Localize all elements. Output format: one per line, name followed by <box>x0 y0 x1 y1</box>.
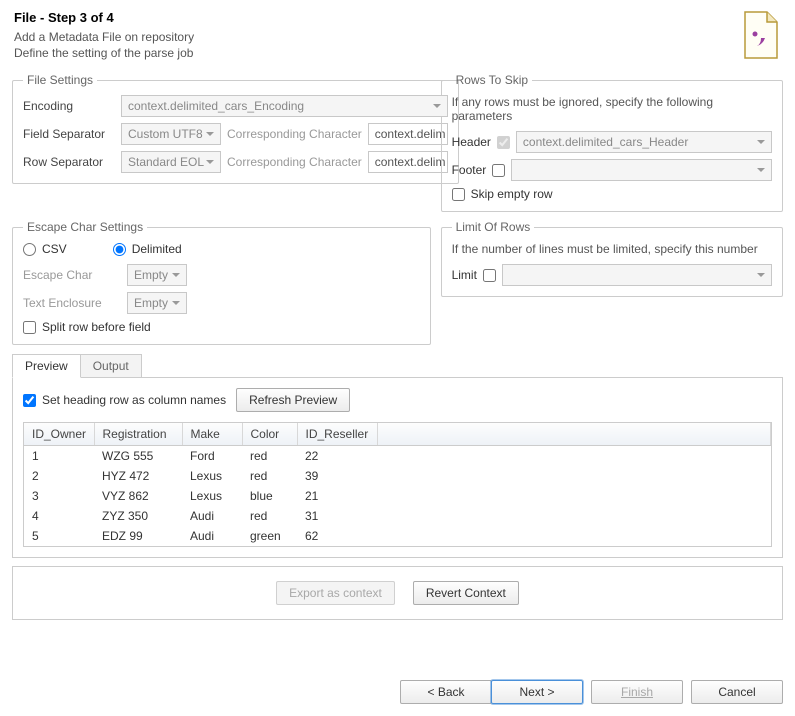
table-cell: green <box>242 526 297 546</box>
text-enclosure-label: Text Enclosure <box>23 296 121 310</box>
table-cell: Ford <box>182 446 242 466</box>
table-cell: 1 <box>24 446 94 466</box>
header-skip-checkbox[interactable] <box>497 136 510 149</box>
heading-as-columns-label: Set heading row as column names <box>42 393 226 407</box>
limit-rows-hint: If the number of lines must be limited, … <box>452 242 772 256</box>
table-cell: 22 <box>297 446 377 466</box>
table-cell: red <box>242 466 297 486</box>
column-header[interactable]: Color <box>242 423 297 446</box>
finish-button[interactable]: Finish <box>591 680 683 704</box>
tab-preview[interactable]: Preview <box>12 354 81 378</box>
table-cell: 4 <box>24 506 94 526</box>
preview-table: ID_OwnerRegistrationMakeColorID_Reseller… <box>24 423 771 546</box>
table-cell: EDZ 99 <box>94 526 182 546</box>
table-cell: Audi <box>182 526 242 546</box>
refresh-preview-button[interactable]: Refresh Preview <box>236 388 350 412</box>
table-cell: Audi <box>182 506 242 526</box>
revert-context-button[interactable]: Revert Context <box>413 581 519 605</box>
next-button[interactable]: Next > <box>491 680 583 704</box>
column-header[interactable]: Registration <box>94 423 182 446</box>
skip-empty-row-checkbox[interactable] <box>452 188 465 201</box>
table-cell: VYZ 862 <box>94 486 182 506</box>
field-sep-corresponding-label: Corresponding Character <box>227 127 362 141</box>
table-cell: 21 <box>297 486 377 506</box>
file-settings-group: File Settings Encoding context.delimited… <box>12 73 459 184</box>
tab-output[interactable]: Output <box>80 354 142 378</box>
limit-checkbox[interactable] <box>483 269 496 282</box>
encoding-label: Encoding <box>23 99 115 113</box>
split-row-checkbox[interactable] <box>23 321 36 334</box>
export-as-context-button[interactable]: Export as context <box>276 581 395 605</box>
table-row[interactable]: 1WZG 555Fordred22 <box>24 446 771 466</box>
split-row-label: Split row before field <box>42 320 151 334</box>
table-row[interactable]: 3VYZ 862Lexusblue21 <box>24 486 771 506</box>
delimited-radio-label: Delimited <box>132 242 182 256</box>
footer-skip-value-select[interactable] <box>511 159 772 181</box>
page-title: File - Step 3 of 4 <box>14 10 781 25</box>
limit-rows-legend: Limit Of Rows <box>452 220 535 234</box>
escape-char-select[interactable]: Empty <box>127 264 187 286</box>
table-row[interactable]: 5EDZ 99Audigreen62 <box>24 526 771 546</box>
rows-to-skip-legend: Rows To Skip <box>452 73 532 87</box>
footer-skip-label: Footer <box>452 163 487 177</box>
limit-rows-group: Limit Of Rows If the number of lines mus… <box>441 220 783 297</box>
table-cell: red <box>242 446 297 466</box>
table-cell: ZYZ 350 <box>94 506 182 526</box>
row-sep-context-input[interactable]: context.delim <box>368 151 448 173</box>
column-header-filler <box>377 423 771 446</box>
heading-as-columns-checkbox[interactable] <box>23 394 36 407</box>
table-cell: 31 <box>297 506 377 526</box>
table-cell: red <box>242 506 297 526</box>
cancel-button[interactable]: Cancel <box>691 680 783 704</box>
limit-label: Limit <box>452 268 477 282</box>
table-cell: Lexus <box>182 486 242 506</box>
table-cell: 62 <box>297 526 377 546</box>
footer-skip-checkbox[interactable] <box>492 164 505 177</box>
preview-panel: Set heading row as column names Refresh … <box>12 377 783 558</box>
row-sep-corresponding-label: Corresponding Character <box>227 155 362 169</box>
table-cell: blue <box>242 486 297 506</box>
delimited-radio[interactable] <box>113 243 126 256</box>
table-row[interactable]: 2HYZ 472Lexusred39 <box>24 466 771 486</box>
text-enclosure-select[interactable]: Empty <box>127 292 187 314</box>
column-header[interactable]: ID_Owner <box>24 423 94 446</box>
table-row[interactable]: 4ZYZ 350Audired31 <box>24 506 771 526</box>
limit-value-select[interactable] <box>502 264 772 286</box>
header-skip-value-select[interactable]: context.delimited_cars_Header <box>516 131 772 153</box>
file-wizard-icon <box>739 10 781 60</box>
row-separator-select[interactable]: Standard EOL <box>121 151 221 173</box>
row-separator-label: Row Separator <box>23 155 115 169</box>
csv-radio[interactable] <box>23 243 36 256</box>
table-cell: 39 <box>297 466 377 486</box>
column-header[interactable]: Make <box>182 423 242 446</box>
field-separator-select[interactable]: Custom UTF8 <box>121 123 221 145</box>
table-cell: 3 <box>24 486 94 506</box>
csv-radio-label: CSV <box>42 242 67 256</box>
back-button[interactable]: < Back <box>400 680 492 704</box>
escape-char-label: Escape Char <box>23 268 121 282</box>
rows-to-skip-hint: If any rows must be ignored, specify the… <box>452 95 772 123</box>
field-separator-label: Field Separator <box>23 127 115 141</box>
escape-char-legend: Escape Char Settings <box>23 220 147 234</box>
table-cell: Lexus <box>182 466 242 486</box>
table-cell: WZG 555 <box>94 446 182 466</box>
rows-to-skip-group: Rows To Skip If any rows must be ignored… <box>441 73 783 212</box>
table-cell: 5 <box>24 526 94 546</box>
skip-empty-row-label: Skip empty row <box>471 187 553 201</box>
page-subtitle-2: Define the setting of the parse job <box>14 45 781 61</box>
context-buttons-panel: Export as context Revert Context <box>12 566 783 620</box>
column-header[interactable]: ID_Reseller <box>297 423 377 446</box>
table-cell: HYZ 472 <box>94 466 182 486</box>
field-sep-context-input[interactable]: context.delim <box>368 123 448 145</box>
header-skip-label: Header <box>452 135 491 149</box>
file-settings-legend: File Settings <box>23 73 97 87</box>
page-subtitle-1: Add a Metadata File on repository <box>14 29 781 45</box>
escape-char-group: Escape Char Settings CSV Delimited Escap… <box>12 220 431 345</box>
encoding-select[interactable]: context.delimited_cars_Encoding <box>121 95 448 117</box>
table-cell: 2 <box>24 466 94 486</box>
